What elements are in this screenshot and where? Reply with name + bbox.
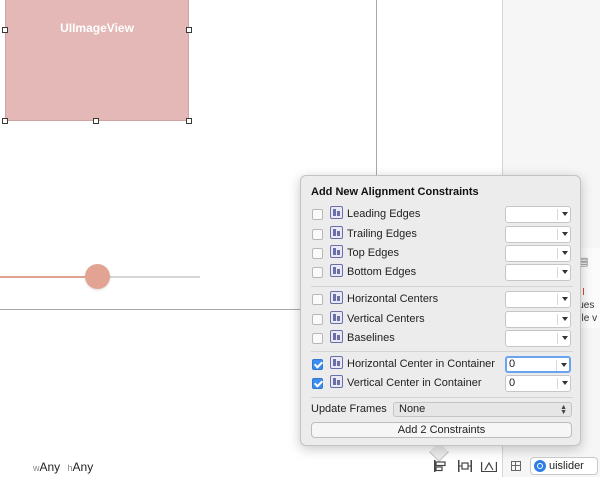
vertical-center-in-container-checkbox[interactable] (312, 378, 323, 389)
horizontal-centers-value-combo[interactable] (505, 291, 571, 308)
trailing-edges-value-combo[interactable] (505, 226, 571, 243)
alignment-constraints-popover: Add New Alignment Constraints Leading Ed… (300, 175, 581, 446)
vertical-center-in-container-icon (330, 375, 343, 388)
slider-thumb[interactable] (85, 264, 110, 289)
divider (311, 286, 573, 287)
constraint-row-vertical-center-in-container: Vertical Center in Container 0 (301, 375, 580, 394)
update-frames-select[interactable]: None ▲ ▼ (393, 402, 572, 417)
update-frames-value: None (399, 403, 426, 415)
top-edges-checkbox[interactable] (312, 248, 323, 259)
baselines-checkbox[interactable] (312, 333, 323, 344)
divider (311, 351, 573, 352)
horizontal-center-in-container-checkbox[interactable] (312, 359, 323, 370)
baselines-value-combo[interactable] (505, 330, 571, 347)
constraint-row-bottom-edges: Bottom Edges (301, 264, 580, 283)
horizontal-centers-checkbox[interactable] (312, 294, 323, 305)
slider-track-filled (0, 276, 97, 278)
popover-title: Add New Alignment Constraints (311, 186, 479, 198)
bottom-edges-value-combo[interactable] (505, 264, 571, 281)
constraint-row-horizontal-centers: Horizontal Centers (301, 291, 580, 310)
inspector-text-accent: I (582, 287, 585, 298)
width-class: Any (39, 460, 61, 474)
grid-icon[interactable] (511, 461, 521, 471)
vertical-centers-value-combo[interactable] (505, 311, 571, 328)
constraint-row-top-edges: Top Edges (301, 245, 580, 264)
top-edges-icon (330, 245, 343, 258)
height-class: Any (72, 460, 94, 474)
constraint-row-leading-edges: Leading Edges (301, 206, 580, 225)
bottom-edges-checkbox[interactable] (312, 267, 323, 278)
align-icon[interactable] (433, 460, 447, 472)
constraint-label: Horizontal Center in Container (347, 358, 495, 370)
constraint-label: Top Edges (347, 247, 399, 259)
constraint-label: Vertical Centers (347, 313, 425, 325)
vertical-center-in-container-value-combo[interactable]: 0 (505, 375, 571, 392)
constraint-label: Bottom Edges (347, 266, 417, 278)
resize-handle[interactable] (93, 118, 99, 124)
update-frames-label: Update Frames (311, 403, 387, 415)
constraint-label: Trailing Edges (347, 228, 417, 240)
constraint-row-horizontal-center-in-container: Horizontal Center in Container 0 (301, 356, 580, 375)
trailing-edges-icon (330, 226, 343, 239)
chevron-down-icon (562, 317, 568, 321)
top-edges-value-combo[interactable] (505, 245, 571, 262)
leading-edges-checkbox[interactable] (312, 209, 323, 220)
baselines-icon (330, 330, 343, 343)
horizontal-center-in-container-value-combo[interactable]: 0 (505, 356, 571, 373)
chevron-down-icon (561, 363, 567, 367)
vertical-centers-checkbox[interactable] (312, 314, 323, 325)
constraint-label: Vertical Center in Container (347, 377, 482, 389)
trailing-edges-checkbox[interactable] (312, 229, 323, 240)
resolve-issues-icon[interactable] (481, 460, 497, 472)
horizontal-center-in-container-icon (330, 356, 343, 369)
constraint-label: Horizontal Centers (347, 293, 439, 305)
pin-icon[interactable] (458, 460, 472, 472)
object-library-search[interactable]: uislider (530, 457, 598, 475)
chevron-down-icon (562, 381, 568, 385)
search-value: uislider (549, 460, 584, 472)
search-filter-icon (534, 460, 546, 472)
leading-edges-icon (330, 206, 343, 219)
chevron-down-icon (562, 297, 568, 301)
constraint-label: Leading Edges (347, 208, 421, 220)
bottom-edges-icon (330, 264, 343, 277)
chevron-down-icon (562, 251, 568, 255)
image-view[interactable]: UIImageView (5, 0, 189, 121)
constraint-label: Baselines (347, 332, 395, 344)
image-view-label: UIImageView (60, 21, 134, 35)
up-down-arrows-icon: ▲ ▼ (560, 404, 567, 416)
divider (311, 397, 573, 398)
size-class-control[interactable]: wAny hAny (33, 460, 93, 474)
constraint-row-baselines: Baselines (301, 330, 580, 349)
slider-track (97, 276, 200, 278)
resize-handle[interactable] (2, 118, 8, 124)
chevron-down-icon (562, 270, 568, 274)
chevron-down-icon (562, 232, 568, 236)
constraint-row-trailing-edges: Trailing Edges (301, 226, 580, 245)
chevron-down-icon (562, 336, 568, 340)
chevron-down-icon (562, 212, 568, 216)
vertical-centers-icon (330, 311, 343, 324)
resize-handle[interactable] (186, 118, 192, 124)
resize-handle[interactable] (2, 27, 8, 33)
leading-edges-value-combo[interactable] (505, 206, 571, 223)
add-constraints-button[interactable]: Add 2 Constraints (311, 422, 572, 438)
constraint-row-vertical-centers: Vertical Centers (301, 311, 580, 330)
horizontal-centers-icon (330, 291, 343, 304)
resize-handle[interactable] (186, 27, 192, 33)
